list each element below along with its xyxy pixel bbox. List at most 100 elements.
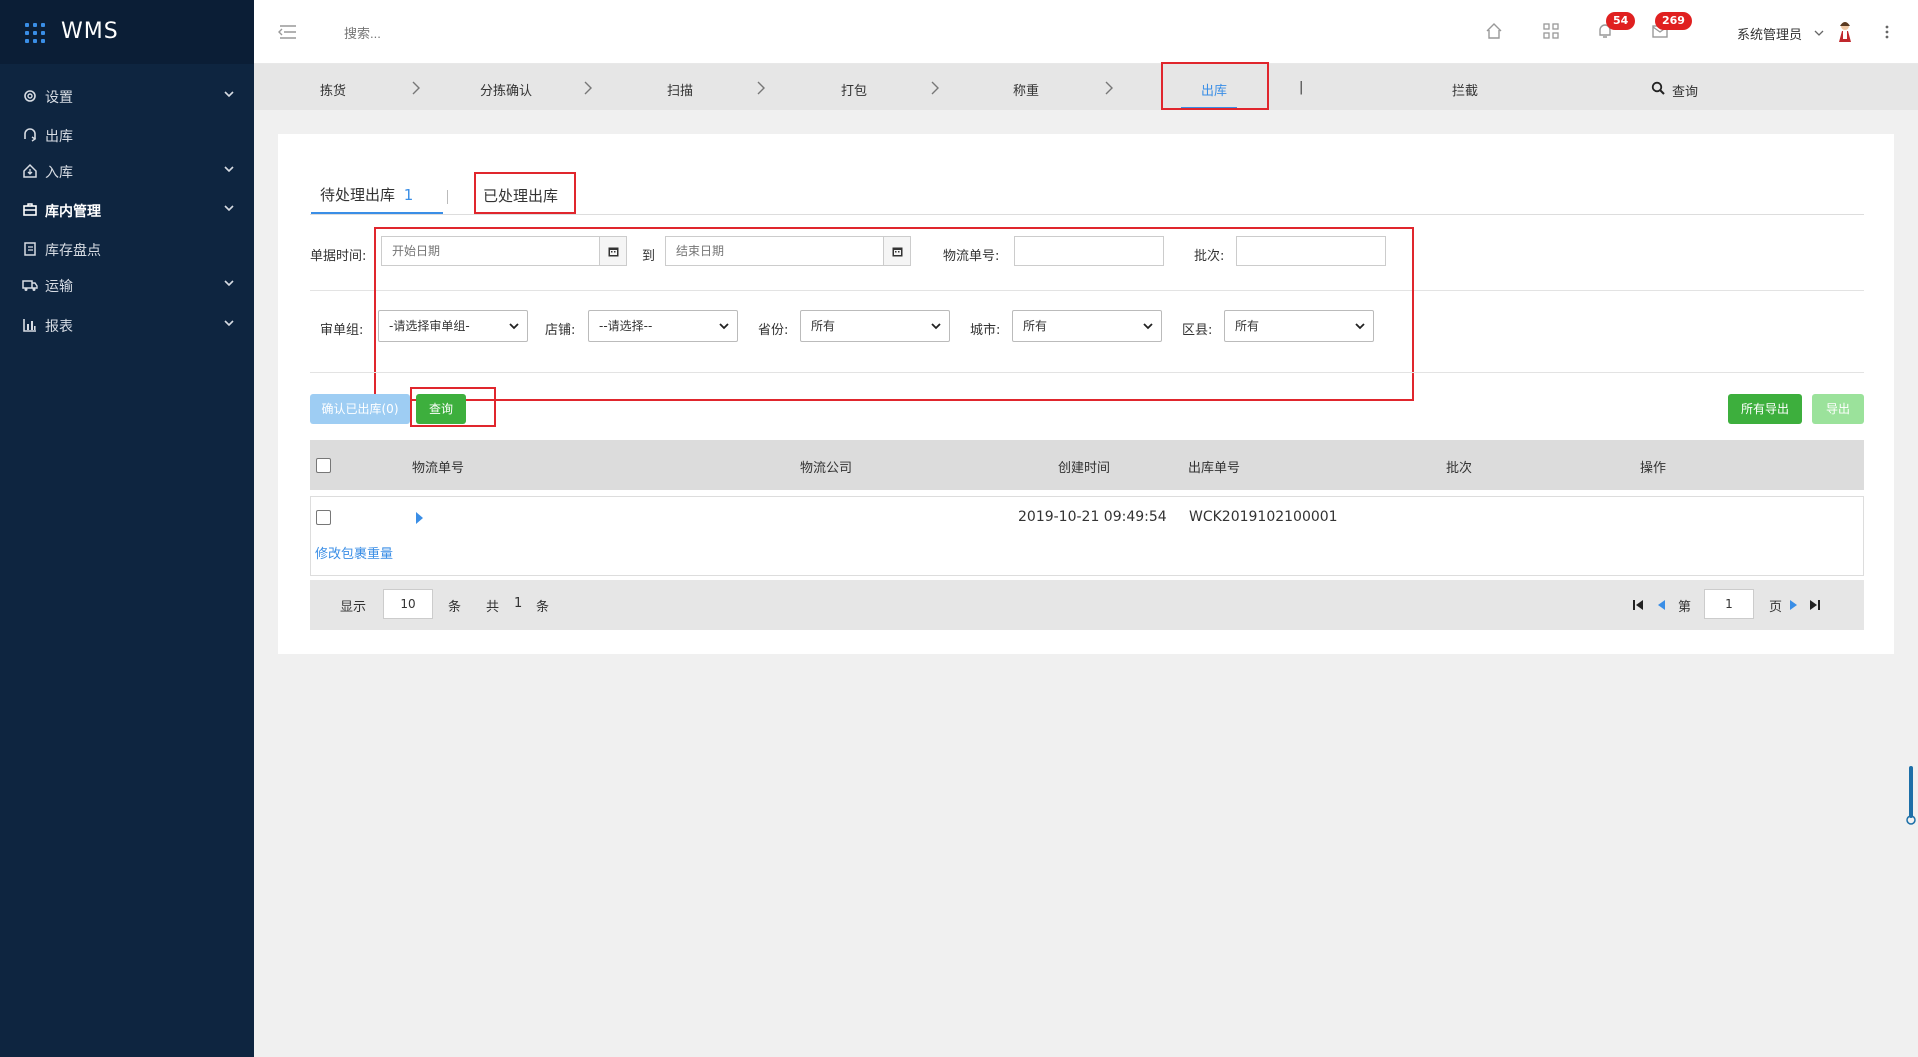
chevron-right-icon	[931, 81, 939, 95]
total-label: 共	[486, 600, 500, 615]
sidebar-item-label: 库存盘点	[45, 243, 101, 259]
first-page-icon[interactable]	[1632, 599, 1644, 611]
more-vertical-icon[interactable]	[1884, 24, 1890, 40]
export-all-button[interactable]: 所有导出	[1728, 394, 1802, 424]
cell-created: 2019-10-21 09:49:54	[1018, 509, 1167, 525]
menu-toggle-icon[interactable]	[278, 24, 298, 40]
apps-icon[interactable]	[1542, 22, 1560, 40]
outbound-icon	[24, 128, 37, 142]
header-company: 物流公司	[800, 461, 853, 476]
logo-area: WMS	[0, 0, 254, 64]
message-badge: 269	[1655, 12, 1692, 30]
search-input[interactable]	[344, 20, 564, 46]
sidebar-item-label: 设置	[45, 90, 73, 106]
edit-package-weight-link[interactable]: 修改包裹重量	[315, 543, 393, 562]
page-size-input[interactable]: 10	[383, 589, 433, 619]
header-actions: 操作	[1640, 461, 1667, 476]
sidebar-item-warehouse[interactable]: 库内管理	[0, 190, 254, 230]
confirm-outbound-button[interactable]: 确认已出库(0)	[310, 394, 410, 424]
sidebar-item-inbound[interactable]: 入库	[0, 151, 254, 191]
highlight-box	[410, 387, 496, 427]
chevron-down-icon[interactable]	[1814, 29, 1824, 37]
user-name[interactable]: 系统管理员	[1737, 24, 1802, 43]
scroll-indicator[interactable]	[1906, 766, 1916, 826]
content-card: 待处理出库 1 已处理出库 单据时间: 到 物流单号: 批次: 审单组: -请选…	[278, 134, 1894, 654]
filter-divider	[310, 372, 1864, 373]
step-divider: |	[1299, 80, 1304, 95]
last-page-icon[interactable]	[1809, 599, 1821, 611]
doc-time-label: 单据时间:	[310, 249, 367, 264]
chevron-down-icon	[224, 166, 234, 173]
table-row: 2019-10-21 09:49:54 WCK2019102100001 修改包…	[310, 496, 1864, 576]
step-sort-confirm[interactable]: 分拣确认	[480, 80, 532, 99]
page-number-input[interactable]: 1	[1704, 589, 1754, 619]
page-label: 第	[1678, 600, 1692, 615]
chevron-down-icon	[224, 320, 234, 327]
sidebar-item-outbound[interactable]: 出库	[0, 115, 254, 155]
next-page-icon[interactable]	[1789, 599, 1799, 611]
highlight-box	[1161, 62, 1269, 110]
sidebar-item-inventory[interactable]: 库存盘点	[0, 229, 254, 269]
page-unit: 页	[1769, 600, 1783, 615]
step-intercept[interactable]: 拦截	[1452, 80, 1478, 99]
table-header: 物流单号 物流公司 创建时间 出库单号 批次 操作	[310, 440, 1864, 490]
step-weigh[interactable]: 称重	[1013, 80, 1039, 99]
highlight-box	[374, 227, 1414, 401]
chevron-down-icon	[224, 91, 234, 98]
review-group-label: 审单组:	[320, 323, 364, 338]
inventory-icon	[24, 242, 36, 256]
header-outbound-no: 出库单号	[1188, 461, 1241, 476]
step-bar: 拣货 分拣确认 扫描 打包 称重 出库 | 拦截 查询	[254, 62, 1918, 110]
header-batch: 批次	[1446, 461, 1473, 476]
sidebar-item-settings[interactable]: 设置	[0, 76, 254, 116]
prev-page-icon[interactable]	[1656, 599, 1666, 611]
sidebar: WMS 设置 出库 入库 库内管理 库存盘点 运输 报表	[0, 0, 254, 1057]
tab-pending[interactable]: 待处理出库 1	[320, 184, 413, 205]
export-button[interactable]: 导出	[1812, 394, 1864, 424]
page-size-unit: 条	[448, 600, 462, 615]
show-label: 显示	[340, 600, 367, 615]
sidebar-item-label: 报表	[45, 319, 73, 335]
expand-row-icon[interactable]	[415, 512, 423, 524]
sidebar-item-transport[interactable]: 运输	[0, 265, 254, 305]
highlight-box	[474, 172, 576, 214]
pagination-bar: 显示 10 条 共 1 条 第 1 页	[310, 580, 1864, 630]
chevron-down-icon	[224, 280, 234, 287]
search-icon[interactable]	[1651, 81, 1665, 95]
step-query[interactable]: 查询	[1672, 81, 1698, 100]
tab-bar-border	[310, 214, 1864, 215]
sidebar-item-label: 入库	[45, 165, 73, 181]
apps-grid-icon[interactable]	[25, 23, 45, 43]
chevron-right-icon	[757, 81, 765, 95]
truck-icon	[22, 280, 38, 291]
bar-chart-icon	[23, 319, 36, 332]
chevron-right-icon	[584, 81, 592, 95]
notification-badge: 54	[1606, 12, 1636, 30]
tab-pending-label: 待处理出库	[320, 186, 396, 204]
tab-pending-count: 1	[403, 186, 414, 204]
sidebar-item-reports[interactable]: 报表	[0, 305, 254, 345]
home-icon[interactable]	[1485, 22, 1503, 40]
step-pack[interactable]: 打包	[841, 80, 867, 99]
inbound-icon	[23, 163, 37, 178]
sidebar-item-label: 库内管理	[45, 204, 101, 220]
chevron-right-icon	[412, 81, 420, 95]
step-scan[interactable]: 扫描	[667, 80, 693, 99]
row-checkbox[interactable]	[316, 510, 331, 525]
app-title: WMS	[61, 19, 119, 44]
header-tracking-no: 物流单号	[412, 461, 465, 476]
sidebar-item-label: 运输	[45, 279, 73, 295]
cell-outbound-no: WCK2019102100001	[1189, 509, 1338, 525]
top-bar: 54 269 系统管理员	[254, 0, 1918, 64]
step-picking[interactable]: 拣货	[320, 80, 346, 99]
sidebar-item-label: 出库	[45, 129, 73, 145]
avatar[interactable]	[1837, 20, 1853, 44]
header-created: 创建时间	[1058, 461, 1111, 476]
select-all-checkbox[interactable]	[316, 458, 331, 473]
total-count: 1	[514, 596, 523, 611]
total-unit: 条	[536, 600, 550, 615]
chevron-right-icon	[1105, 81, 1113, 95]
chevron-down-icon	[224, 205, 234, 212]
warehouse-icon	[23, 203, 37, 216]
tab-divider	[447, 190, 448, 204]
